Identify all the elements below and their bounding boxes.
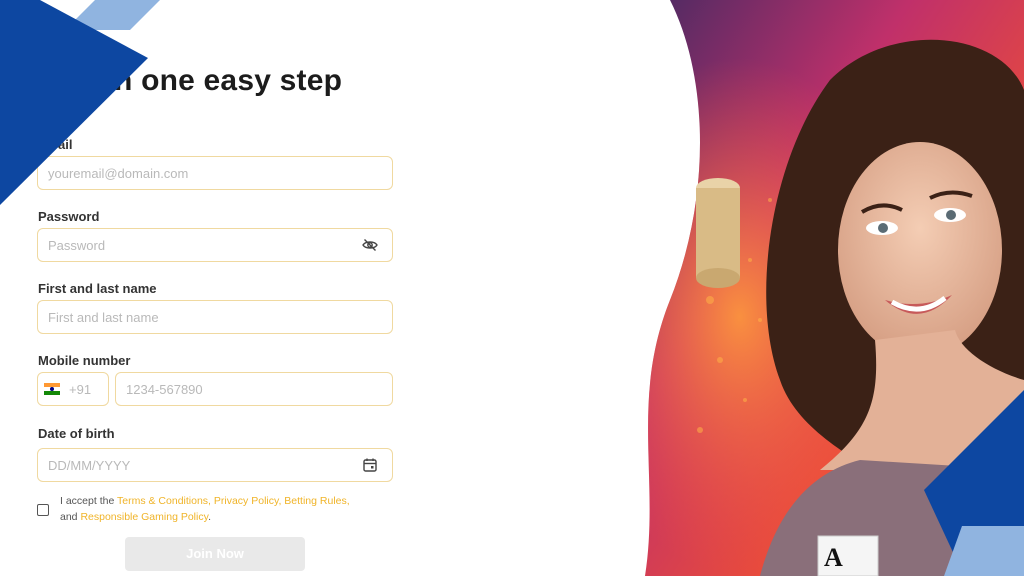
terms-middle: and <box>60 511 81 523</box>
dob-input[interactable] <box>38 449 392 481</box>
name-input[interactable] <box>38 301 392 333</box>
calendar-icon[interactable] <box>362 457 378 473</box>
name-field[interactable] <box>37 300 393 334</box>
country-code: +91 <box>69 382 92 397</box>
terms-prefix: I accept the <box>60 495 118 507</box>
dob-field[interactable] <box>37 448 393 482</box>
terms-suffix: . <box>208 511 211 523</box>
country-code-select[interactable]: +91 <box>37 372 109 406</box>
mobile-field[interactable] <box>115 372 393 406</box>
terms-checkbox[interactable] <box>37 504 49 516</box>
india-flag-icon <box>44 383 60 395</box>
terms-text: I accept the Terms & Conditions, Privacy… <box>60 493 390 525</box>
password-input[interactable] <box>38 229 392 261</box>
mobile-input[interactable] <box>116 373 392 405</box>
decorative-shape-top-left <box>0 0 160 205</box>
terms-link[interactable]: Terms & Conditions, Privacy Policy, Bett… <box>117 495 350 507</box>
decorative-shape-bottom-right <box>924 390 1024 576</box>
name-label: First and last name <box>38 281 157 296</box>
mobile-label: Mobile number <box>38 353 131 368</box>
responsible-gaming-link[interactable]: Responsible Gaming Policy <box>80 511 208 523</box>
decor-roll <box>696 178 740 288</box>
password-field[interactable] <box>37 228 393 262</box>
eye-off-icon[interactable] <box>362 237 378 253</box>
dob-label: Date of birth <box>38 426 115 441</box>
ace-card: A <box>817 535 879 576</box>
join-now-button[interactable]: Join Now <box>125 537 305 571</box>
password-label: Password <box>38 209 100 224</box>
card-rank: A <box>824 543 843 572</box>
